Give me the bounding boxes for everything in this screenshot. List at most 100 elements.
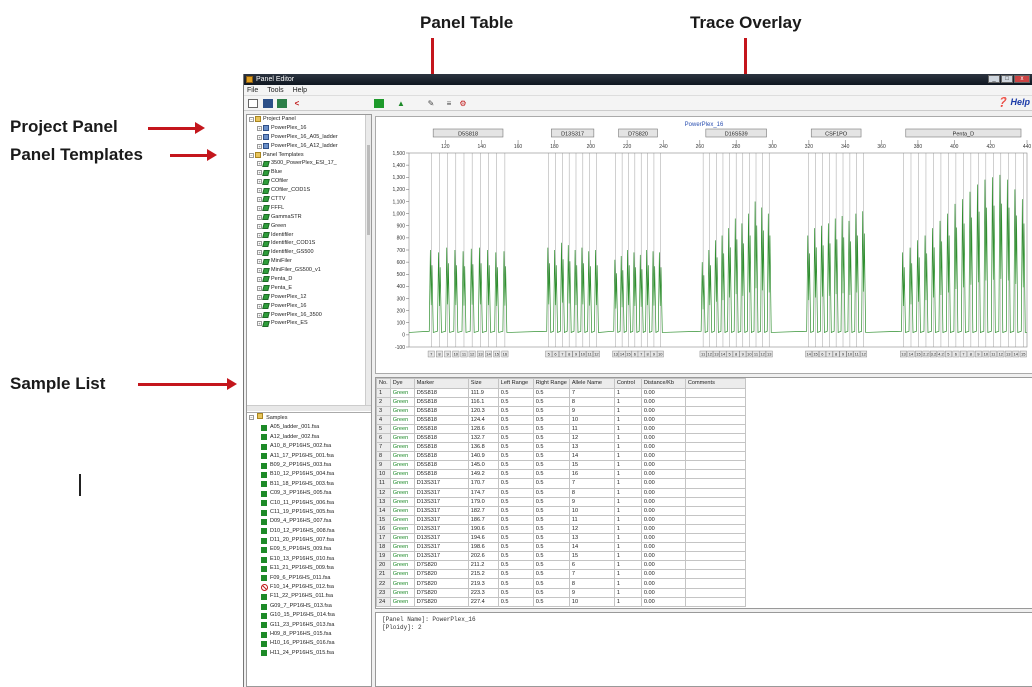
sample-item[interactable]: H11_24_PP16HS_015.fsa [247, 649, 371, 658]
table-cell[interactable] [684, 569, 746, 580]
table-cell[interactable]: Green [389, 578, 415, 589]
table-cell[interactable]: 8 [568, 487, 615, 498]
table-row[interactable]: 20 Green D7S820 211.2 0.5 0.5 6 1 0.00 [376, 560, 746, 571]
table-cell[interactable]: D13S317 [413, 523, 469, 535]
table-cell[interactable]: 0.5 [497, 569, 534, 580]
table-cell[interactable]: 13 [568, 532, 615, 544]
table-cell[interactable]: 0.5 [532, 542, 570, 553]
sample-item[interactable]: E09_5_PP16HS_009.fsa [247, 545, 371, 554]
table-cell[interactable]: 0.5 [497, 478, 534, 489]
table-cell[interactable]: D5S818 [413, 432, 469, 444]
tree-item[interactable]: + Identifiler_COD1S [247, 239, 371, 248]
table-cell[interactable]: D5S818 [413, 460, 469, 471]
table-cell[interactable]: 0.00 [640, 505, 686, 516]
grid-icon[interactable]: ≡ [444, 99, 454, 108]
table-cell[interactable]: 0.5 [497, 405, 534, 416]
table-cell[interactable]: 1 [613, 542, 642, 553]
sample-item[interactable]: H10_16_PP16HS_016.fsa [247, 639, 371, 648]
expand-icon[interactable]: + [257, 143, 262, 149]
table-cell[interactable] [684, 542, 746, 553]
table-cell[interactable]: D5S818 [413, 423, 469, 434]
table-cell[interactable]: Green [389, 569, 415, 580]
table-cell[interactable]: 0.00 [640, 569, 686, 580]
add-panel-icon[interactable] [374, 99, 384, 108]
table-cell[interactable]: 149.2 [467, 469, 499, 480]
table-cell[interactable]: 0.5 [532, 560, 570, 571]
table-cell[interactable]: D13S317 [413, 542, 469, 553]
table-cell[interactable]: 120.3 [467, 405, 499, 416]
sample-item[interactable]: C10_11_PP16HS_006.fsa [247, 499, 371, 508]
sample-item[interactable]: A11_17_PP16HS_001.fsa [247, 452, 371, 461]
tree-item[interactable]: + COfiler [247, 177, 371, 186]
table-cell[interactable]: 1 [613, 514, 642, 525]
table-cell[interactable]: Green [389, 396, 415, 407]
save-icon[interactable] [263, 99, 273, 108]
table-cell[interactable]: 0.00 [640, 496, 686, 507]
sample-item[interactable]: F10_14_PP16HS_012.fsa [247, 583, 371, 592]
sample-item[interactable]: E11_21_PP16HS_009.fsa [247, 564, 371, 573]
add-marker-icon[interactable]: ▲ [396, 99, 406, 108]
table-cell[interactable]: 182.7 [467, 505, 499, 516]
table-row[interactable]: 19 Green D13S317 202.6 0.5 0.5 15 1 0.00 [376, 551, 746, 562]
table-cell[interactable]: 0.5 [497, 532, 534, 544]
table-cell[interactable]: 0.5 [532, 405, 570, 416]
table-cell[interactable]: D13S317 [413, 487, 469, 498]
table-cell[interactable]: 7 [376, 442, 391, 453]
table-cell[interactable]: Green [389, 560, 415, 571]
table-row[interactable]: 6 Green D5S818 132.7 0.5 0.5 12 1 0.00 [376, 432, 746, 444]
expand-icon[interactable]: + [257, 268, 262, 274]
table-cell[interactable]: 0.5 [532, 569, 570, 580]
table-cell[interactable]: 14 [376, 505, 391, 516]
table-cell[interactable]: D7S820 [413, 578, 469, 589]
sample-item[interactable]: B11_18_PP16HS_003.fsa [247, 480, 371, 489]
menu-file[interactable]: File [247, 85, 258, 95]
table-cell[interactable]: 8 [568, 578, 615, 589]
table-cell[interactable]: 0.5 [497, 396, 534, 407]
column-header[interactable]: Left Range [497, 378, 534, 389]
table-cell[interactable]: 0.5 [497, 432, 534, 444]
tree-item[interactable]: + Blue [247, 168, 371, 177]
column-header[interactable]: Distance/Kb [640, 378, 686, 389]
sample-item[interactable]: G09_7_PP16HS_013.fsa [247, 602, 371, 611]
table-cell[interactable]: Green [389, 405, 415, 416]
table-cell[interactable]: 179.0 [467, 496, 499, 507]
table-cell[interactable]: 0.00 [640, 532, 686, 544]
help-link[interactable]: ❓ Help [997, 97, 1030, 108]
table-cell[interactable]: 198.6 [467, 542, 499, 553]
table-cell[interactable]: 1 [613, 505, 642, 516]
table-cell[interactable]: 9 [568, 405, 615, 416]
table-cell[interactable]: 0.5 [532, 596, 570, 607]
table-cell[interactable]: 0.5 [497, 596, 534, 607]
table-cell[interactable]: 0.5 [497, 514, 534, 525]
edit-icon[interactable]: ✎ [426, 99, 436, 108]
table-cell[interactable]: 0.00 [640, 396, 686, 407]
table-cell[interactable]: 6 [568, 560, 615, 571]
table-row[interactable]: 21 Green D7S820 215.2 0.5 0.5 7 1 0.00 [376, 569, 746, 580]
table-cell[interactable]: 0.5 [532, 532, 570, 544]
tree-item[interactable]: + PowerPlex_16_A12_ladder [247, 142, 371, 151]
table-cell[interactable]: 0.5 [497, 505, 534, 516]
table-cell[interactable]: 1 [613, 469, 642, 480]
collapse-icon[interactable]: − [249, 152, 254, 158]
table-cell[interactable]: Green [389, 387, 415, 398]
table-row[interactable]: 1 Green D5S818 111.9 0.5 0.5 7 1 0.00 [376, 387, 746, 398]
table-cell[interactable]: 0.5 [532, 460, 570, 471]
table-cell[interactable]: 24 [376, 596, 391, 607]
table-cell[interactable]: 9 [568, 587, 615, 598]
table-cell[interactable]: 145.0 [467, 460, 499, 471]
table-row[interactable]: 8 Green D5S818 140.9 0.5 0.5 14 1 0.00 [376, 451, 746, 462]
table-cell[interactable]: 10 [568, 505, 615, 516]
table-cell[interactable] [684, 578, 746, 589]
column-header[interactable]: Dye [389, 378, 415, 389]
table-cell[interactable]: Green [389, 469, 415, 480]
table-row[interactable]: 4 Green D5S818 124.4 0.5 0.5 10 1 0.00 [376, 414, 746, 425]
table-cell[interactable]: 0.00 [640, 487, 686, 498]
table-cell[interactable]: 170.7 [467, 478, 499, 489]
table-cell[interactable]: 190.6 [467, 523, 499, 535]
sample-item[interactable]: G10_15_PP16HS_014.fsa [247, 611, 371, 620]
table-cell[interactable] [684, 442, 746, 453]
settings-icon[interactable]: ⚙ [458, 99, 468, 108]
table-cell[interactable]: 14 [568, 451, 615, 462]
table-cell[interactable]: 0.5 [532, 396, 570, 407]
table-row[interactable]: 7 Green D5S818 136.8 0.5 0.5 13 1 0.00 [376, 442, 746, 453]
